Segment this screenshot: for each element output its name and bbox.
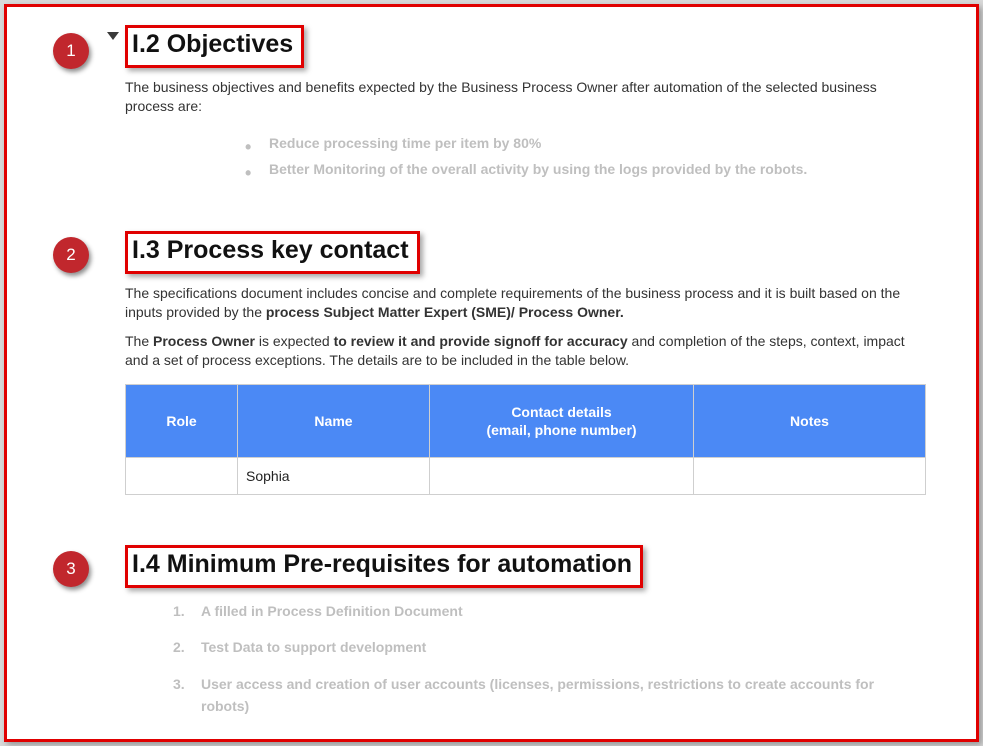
- text-bold: to review it and provide signoff for acc…: [334, 333, 628, 349]
- heading-highlight-box: I.2 Objectives: [125, 25, 304, 68]
- text-span: is expected: [255, 333, 334, 349]
- text-span: (email, phone number): [486, 422, 636, 438]
- list-item: Test Data to support development: [173, 636, 926, 658]
- key-contact-para-2: The Process Owner is expected to review …: [125, 332, 926, 370]
- col-header-contact: Contact details (email, phone number): [430, 384, 694, 457]
- text-bold: Process Owner: [153, 333, 255, 349]
- col-header-role: Role: [126, 384, 238, 457]
- list-item: User access and creation of user account…: [173, 673, 926, 718]
- heading-process-key-contact: I.3 Process key contact: [132, 236, 409, 265]
- heading-highlight-box: I.4 Minimum Pre-requisites for automatio…: [125, 545, 643, 588]
- cell-contact[interactable]: [430, 457, 694, 494]
- cell-name[interactable]: Sophia: [238, 457, 430, 494]
- prerequisites-list: A filled in Process Definition Document …: [173, 600, 926, 718]
- key-contact-para-1: The specifications document includes con…: [125, 284, 926, 322]
- section-objectives: 1 I.2 Objectives The business objectives…: [125, 25, 926, 183]
- table-header-row: Role Name Contact details (email, phone …: [126, 384, 926, 457]
- text-bold: process Subject Matter Expert (SME)/ Pro…: [266, 304, 624, 320]
- objectives-bullet-list: Reduce processing time per item by 80% B…: [245, 130, 926, 183]
- list-item: Better Monitoring of the overall activit…: [245, 156, 926, 183]
- text-span: The: [125, 333, 153, 349]
- annotation-badge-1: 1: [53, 33, 89, 69]
- annotation-badge-3: 3: [53, 551, 89, 587]
- col-header-notes: Notes: [694, 384, 926, 457]
- list-item: A filled in Process Definition Document: [173, 600, 926, 622]
- annotation-badge-2: 2: [53, 237, 89, 273]
- collapse-caret-icon: [107, 32, 119, 40]
- contact-table: Role Name Contact details (email, phone …: [125, 384, 926, 495]
- heading-objectives: I.2 Objectives: [132, 30, 293, 59]
- cell-notes[interactable]: [694, 457, 926, 494]
- section-prerequisites: 3 I.4 Minimum Pre-requisites for automat…: [125, 545, 926, 718]
- text-span: Contact details: [511, 404, 611, 420]
- col-header-name: Name: [238, 384, 430, 457]
- table-row: Sophia: [126, 457, 926, 494]
- heading-prerequisites: I.4 Minimum Pre-requisites for automatio…: [132, 550, 632, 579]
- heading-highlight-box: I.3 Process key contact: [125, 231, 420, 274]
- document-page: 1 I.2 Objectives The business objectives…: [4, 4, 979, 742]
- objectives-intro: The business objectives and benefits exp…: [125, 78, 926, 116]
- cell-role[interactable]: [126, 457, 238, 494]
- section-process-key-contact: 2 I.3 Process key contact The specificat…: [125, 231, 926, 495]
- list-item: Reduce processing time per item by 80%: [245, 130, 926, 157]
